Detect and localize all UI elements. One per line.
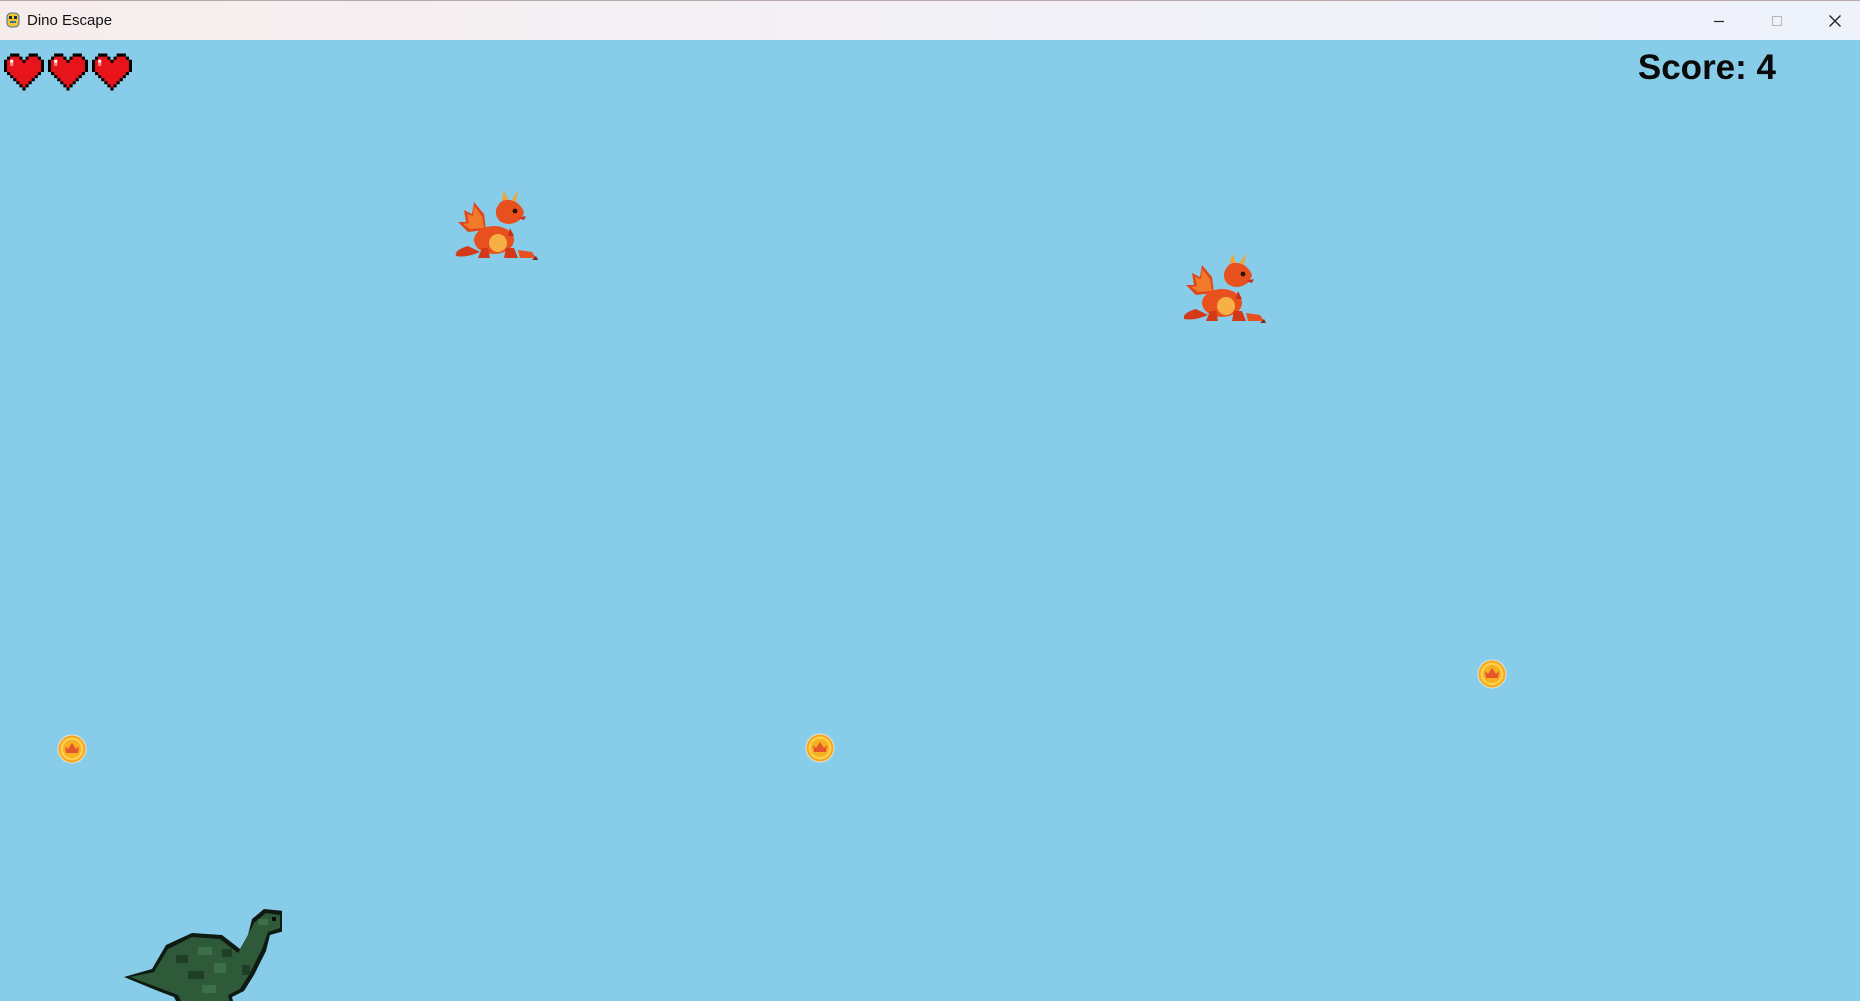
coin-icon — [1477, 659, 1507, 689]
minimize-icon — [1714, 20, 1724, 23]
minimize-button[interactable] — [1690, 1, 1748, 41]
dragon-icon — [1180, 251, 1266, 323]
game-canvas[interactable]: Score: 4 — [0, 40, 1860, 1001]
dragon-icon — [452, 188, 538, 260]
heart-icon — [4, 52, 44, 92]
coin-icon — [805, 733, 835, 763]
coin-icon — [57, 734, 87, 764]
heart-icon — [48, 52, 88, 92]
close-icon — [1829, 15, 1841, 27]
maximize-button[interactable] — [1748, 1, 1806, 41]
game-window: Dino Escape Score: 4 — [0, 0, 1860, 1001]
app-icon — [4, 11, 22, 29]
close-button[interactable] — [1806, 1, 1860, 41]
maximize-icon — [1772, 16, 1782, 26]
score-label: Score: 4 — [1637, 48, 1776, 87]
lives-display — [4, 52, 132, 92]
window-title: Dino Escape — [27, 12, 113, 29]
dinosaur-icon — [122, 905, 282, 1001]
title-bar[interactable]: Dino Escape — [0, 0, 1860, 40]
heart-icon — [92, 52, 132, 92]
